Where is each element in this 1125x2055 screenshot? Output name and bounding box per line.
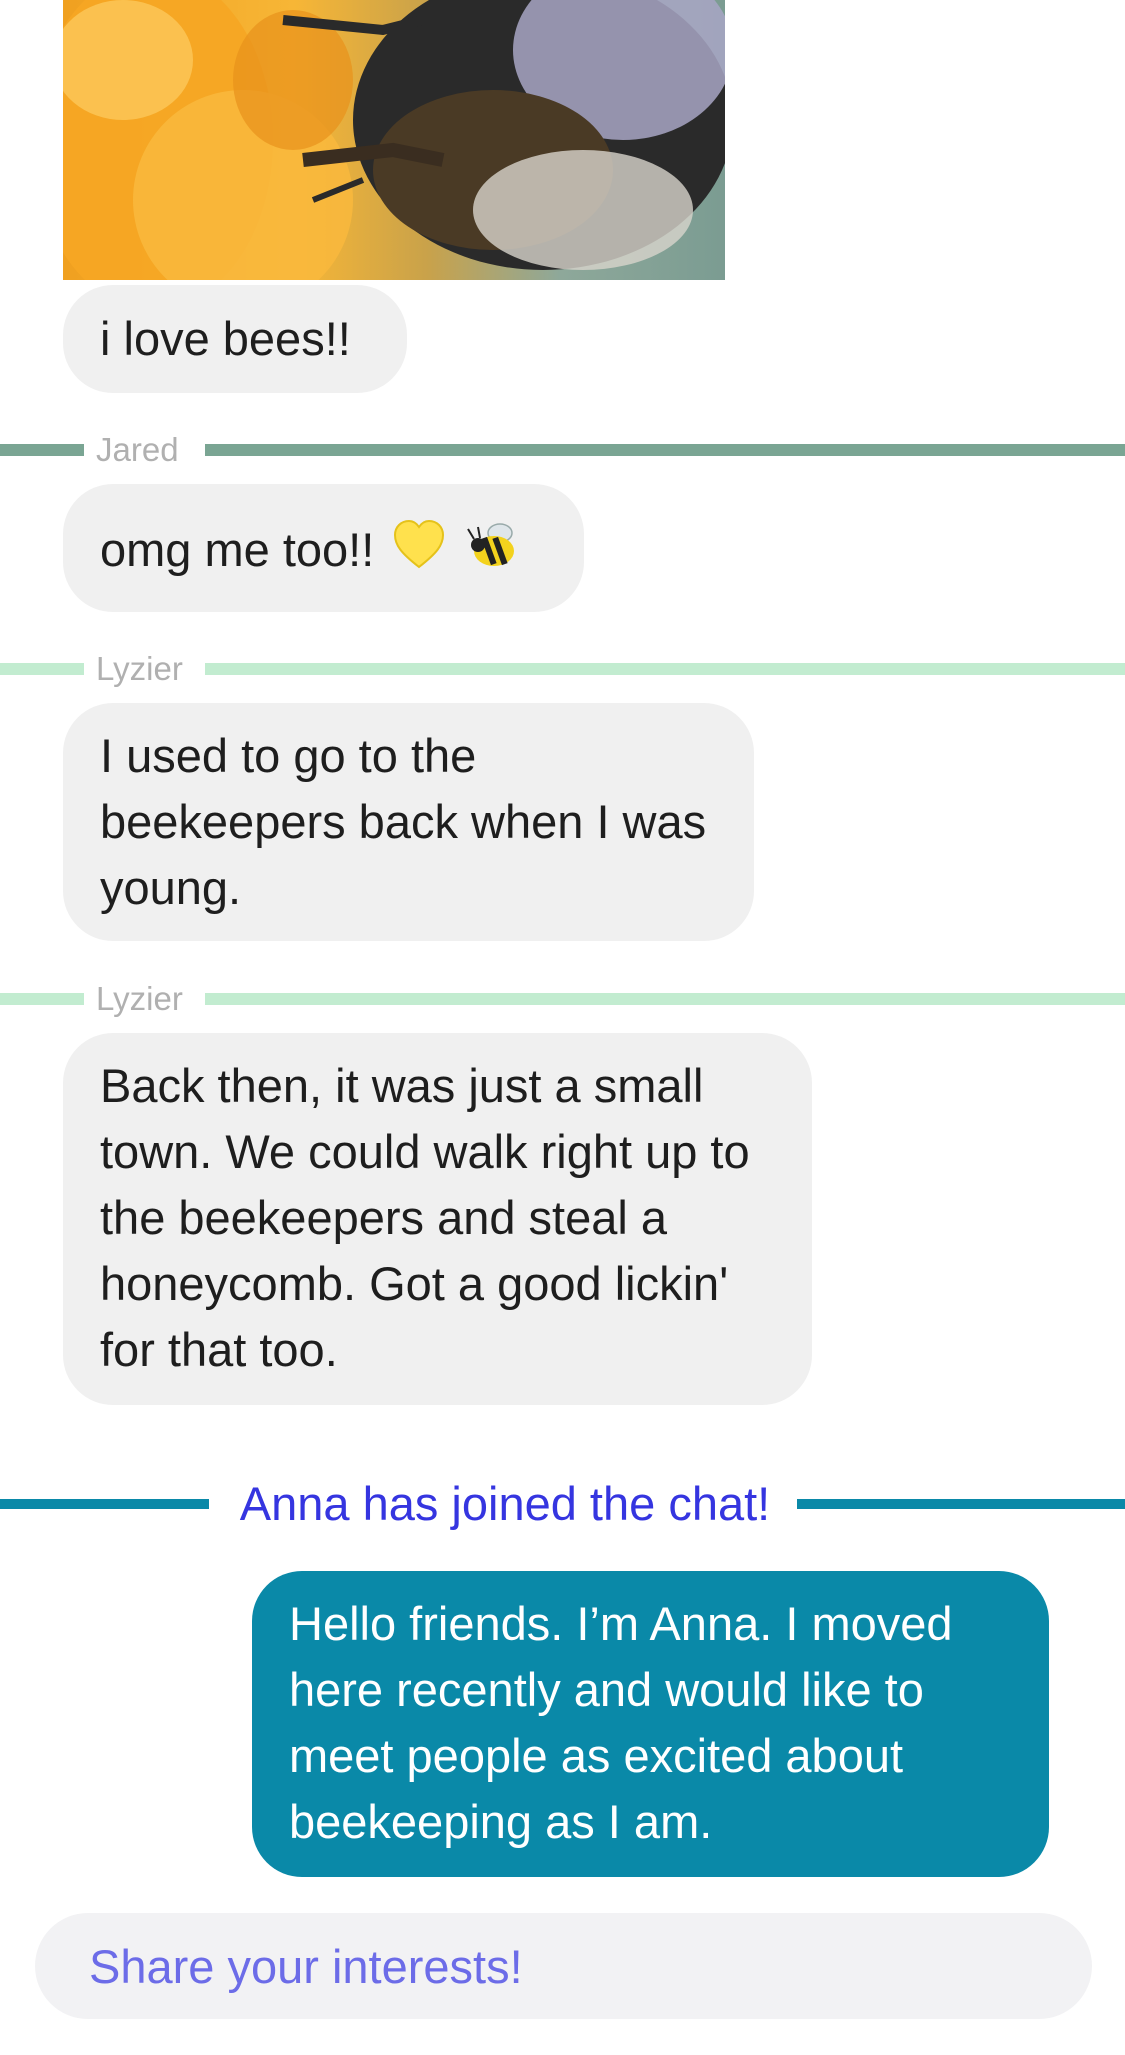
yellow-heart-icon bbox=[391, 517, 447, 590]
bee-icon bbox=[464, 515, 524, 592]
sender-name: Lyzier bbox=[96, 980, 183, 1017]
message-bubble[interactable]: Back then, it was just a small town. We … bbox=[63, 1033, 812, 1405]
sender-divider-lyzier: Lyzier bbox=[0, 649, 1125, 689]
message-text: omg me too!! bbox=[100, 522, 375, 576]
divider-line bbox=[205, 444, 1125, 456]
bee-on-flower-image bbox=[63, 0, 725, 280]
bee-photo[interactable] bbox=[63, 0, 725, 280]
message-composer[interactable] bbox=[35, 1913, 1092, 2019]
message-text: Back then, it was just a small town. We … bbox=[100, 1059, 750, 1376]
join-notification: Anna has joined the chat! bbox=[0, 1474, 1125, 1534]
message-text: Hello friends. I’m Anna. I moved here re… bbox=[289, 1597, 953, 1848]
message-text: i love bees!! bbox=[100, 312, 351, 365]
divider-line bbox=[0, 444, 84, 456]
message-text: I used to go to the beekeepers back when… bbox=[100, 729, 707, 914]
divider-line bbox=[0, 993, 84, 1005]
message-input[interactable] bbox=[87, 1937, 1041, 1995]
message-bubble[interactable]: i love bees!! bbox=[63, 285, 407, 393]
sender-divider-lyzier: Lyzier bbox=[0, 979, 1125, 1019]
sender-name: Lyzier bbox=[96, 650, 183, 687]
divider-line bbox=[0, 663, 84, 675]
message-bubble[interactable]: omg me too!! bbox=[63, 484, 584, 612]
divider-line bbox=[0, 1499, 209, 1509]
join-text: Anna has joined the chat! bbox=[239, 1477, 771, 1530]
sender-name: Jared bbox=[96, 431, 179, 468]
message-bubble[interactable]: I used to go to the beekeepers back when… bbox=[63, 703, 754, 941]
my-message-bubble[interactable]: Hello friends. I’m Anna. I moved here re… bbox=[252, 1571, 1049, 1877]
divider-line bbox=[205, 663, 1125, 675]
divider-line bbox=[205, 993, 1125, 1005]
sender-divider-jared: Jared bbox=[0, 430, 1125, 470]
divider-line bbox=[797, 1499, 1125, 1509]
